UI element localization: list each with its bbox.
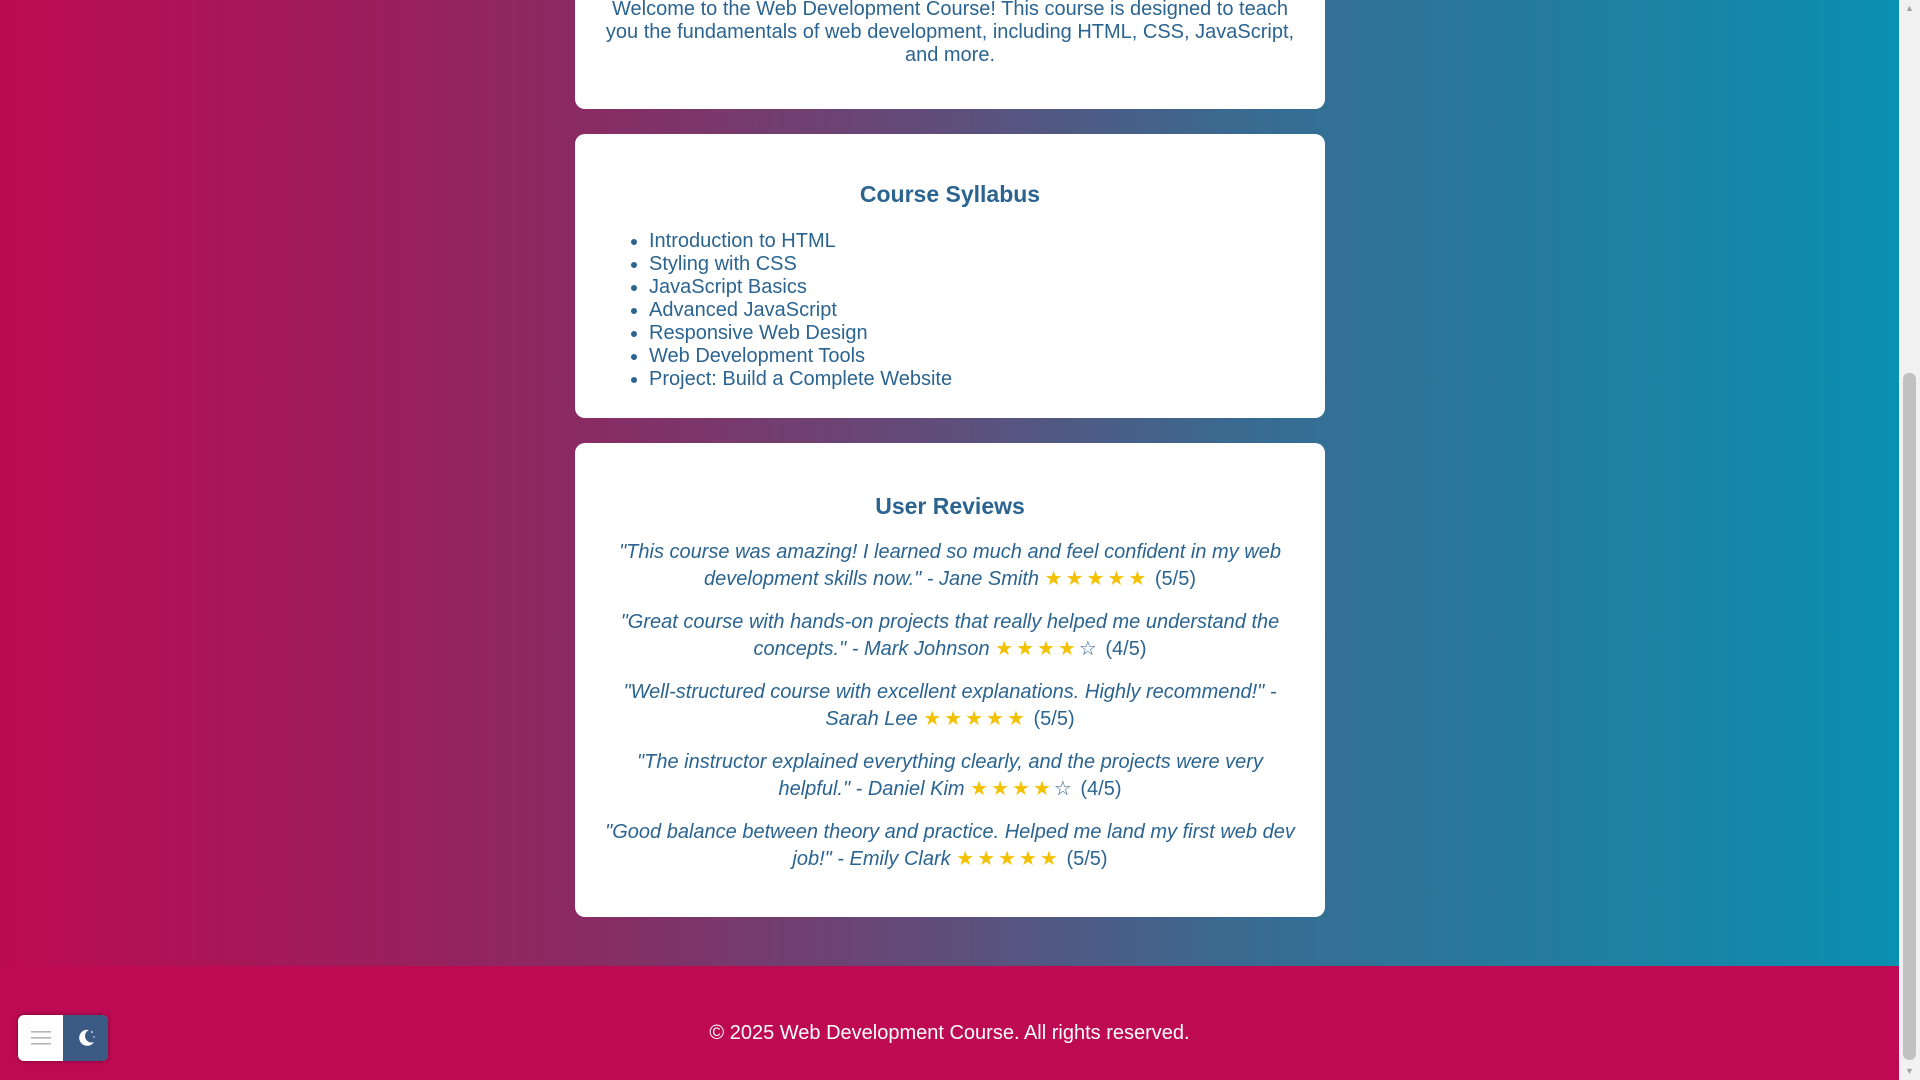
reviews-card: User Reviews "This course was amazing! I… <box>575 443 1325 917</box>
rating-label: (5/5) <box>1033 708 1075 730</box>
review-text: "The instructor explained everything cle… <box>637 751 1263 800</box>
star-filled-icon: ★ <box>956 848 978 870</box>
rating-label: (4/5) <box>1080 778 1122 800</box>
star-filled-icon: ★ <box>1037 638 1058 660</box>
syllabus-item: Advanced JavaScript <box>649 299 952 322</box>
star-filled-icon: ★ <box>1044 568 1066 590</box>
syllabus-item: Introduction to HTML <box>649 230 952 253</box>
rating-label: (5/5) <box>1154 568 1196 590</box>
star-filled-icon: ★ <box>991 778 1012 800</box>
star-filled-icon: ★ <box>995 638 1017 660</box>
star-filled-icon: ★ <box>1039 848 1061 870</box>
reviews-title: User Reviews <box>875 493 1025 519</box>
syllabus-item: Web Development Tools <box>649 345 952 368</box>
syllabus-item: Responsive Web Design <box>649 322 952 345</box>
star-filled-icon: ★ <box>923 708 945 730</box>
syllabus-item: JavaScript Basics <box>649 276 952 299</box>
star-filled-icon: ★ <box>1016 638 1038 660</box>
footer: © 2025 Web Development Course. All right… <box>0 966 1899 1080</box>
star-rating: ★★★★★ <box>923 708 1028 730</box>
moon-icon[interactable] <box>63 1015 108 1061</box>
intro-text: Welcome to the Web Development Course! T… <box>605 0 1295 66</box>
star-filled-icon: ★ <box>1065 568 1087 590</box>
scroll-down-arrow-icon[interactable]: ▼ <box>1899 1063 1920 1080</box>
vertical-scrollbar[interactable]: ▲ ▼ <box>1899 0 1920 1080</box>
syllabus-list: Introduction to HTML Styling with CSS Ja… <box>649 230 952 391</box>
star-filled-icon: ★ <box>1019 848 1040 870</box>
star-filled-icon: ★ <box>944 708 966 730</box>
rating-label: (4/5) <box>1105 638 1147 660</box>
star-filled-icon: ★ <box>1006 708 1028 730</box>
star-filled-icon: ★ <box>1012 778 1033 800</box>
scroll-thumb[interactable] <box>1903 373 1916 1060</box>
review-item: "This course was amazing! I learned so m… <box>603 539 1297 593</box>
star-rating: ★★★★★ <box>956 848 1061 870</box>
star-filled-icon: ★ <box>986 708 1007 730</box>
star-filled-icon: ★ <box>1086 568 1108 590</box>
star-filled-icon: ★ <box>998 848 1020 870</box>
rating-label: (5/5) <box>1066 848 1108 870</box>
star-filled-icon: ★ <box>1057 638 1079 660</box>
star-filled-icon: ★ <box>1107 568 1129 590</box>
scroll-up-arrow-icon[interactable]: ▲ <box>1899 0 1920 17</box>
syllabus-card: Course Syllabus Introduction to HTML Sty… <box>575 134 1325 418</box>
star-rating: ★★★★☆ <box>970 778 1075 800</box>
star-filled-icon: ★ <box>965 708 987 730</box>
syllabus-title: Course Syllabus <box>859 181 1041 207</box>
review-item: "Great course with hands-on projects tha… <box>603 609 1297 663</box>
review-item: "Well-structured course with excellent e… <box>603 679 1297 733</box>
star-filled-icon: ★ <box>1032 778 1054 800</box>
review-item: "Good balance between theory and practic… <box>603 819 1297 873</box>
syllabus-item: Project: Build a Complete Website <box>649 368 952 391</box>
star-filled-icon: ★ <box>1128 568 1150 590</box>
review-text: "Great course with hands-on projects tha… <box>620 611 1280 660</box>
star-filled-icon: ★ <box>977 848 999 870</box>
star-empty-icon: ☆ <box>1053 778 1075 800</box>
menu-icon[interactable] <box>18 1015 63 1061</box>
page-background: Welcome to the Web Development Course! T… <box>0 0 1899 1080</box>
footer-text: © 2025 Web Development Course. All right… <box>709 1022 1190 1044</box>
review-item: "The instructor explained everything cle… <box>603 749 1297 803</box>
review-text: "Good balance between theory and practic… <box>605 821 1295 870</box>
star-rating: ★★★★★ <box>1045 568 1150 590</box>
intro-card: Welcome to the Web Development Course! T… <box>575 0 1325 109</box>
star-empty-icon: ☆ <box>1078 638 1100 660</box>
star-filled-icon: ★ <box>970 778 992 800</box>
syllabus-item: Styling with CSS <box>649 253 952 276</box>
star-rating: ★★★★☆ <box>995 638 1100 660</box>
theme-toggle[interactable] <box>18 1015 108 1061</box>
review-list: "This course was amazing! I learned so m… <box>603 539 1297 889</box>
